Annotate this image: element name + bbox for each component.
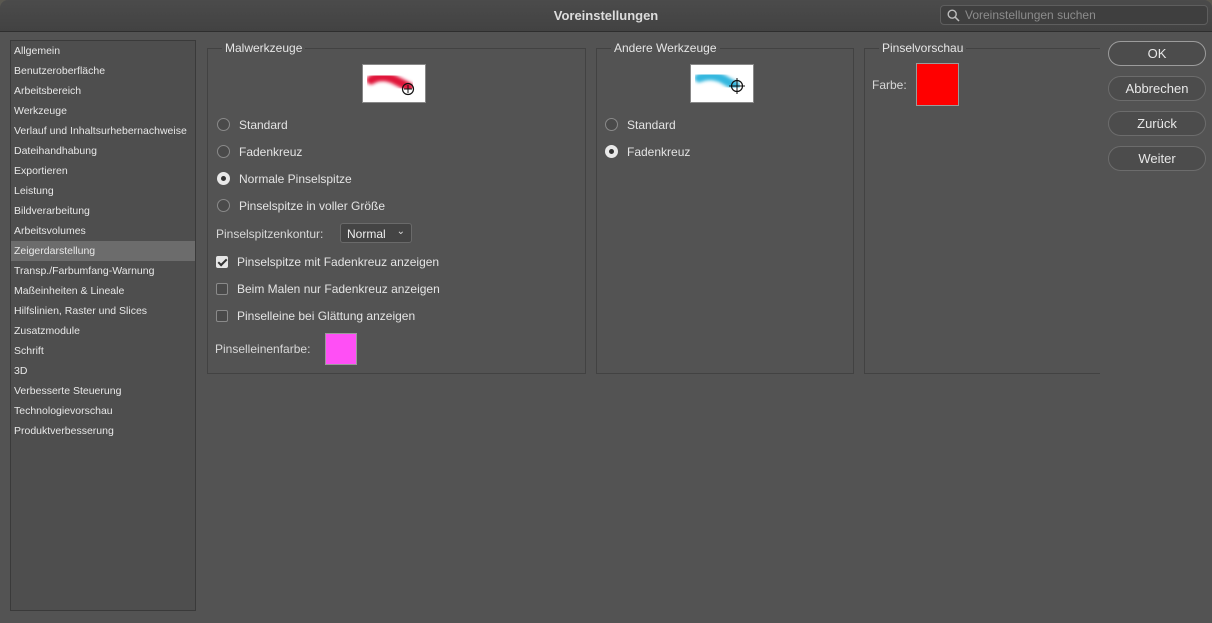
brush-preview-color-swatch[interactable] — [916, 63, 959, 106]
sidebar-item-exportieren[interactable]: Exportieren — [11, 161, 195, 181]
radio-button[interactable] — [605, 118, 618, 131]
brush-preview-group — [864, 48, 1100, 374]
search-icon — [947, 9, 960, 22]
preferences-dialog: Voreinstellungen Allgemein Benutzeroberf… — [0, 0, 1212, 623]
sidebar-item-werkzeuge[interactable]: Werkzeuge — [11, 101, 195, 121]
sidebar-item-3d[interactable]: 3D — [11, 361, 195, 381]
sidebar-item-transparenz[interactable]: Transp./Farbumfang-Warnung — [11, 261, 195, 281]
search-field[interactable] — [940, 5, 1208, 25]
painting-tools-title: Malwerkzeuge — [222, 41, 306, 55]
brush-preview-title: Pinselvorschau — [879, 41, 967, 55]
brush-stroke-icon — [366, 72, 415, 96]
sidebar-item-masseinheiten[interactable]: Maßeinheiten & Lineale — [11, 281, 195, 301]
brush-outline-select[interactable]: Normal ⌄ — [340, 223, 412, 243]
other-cursor-preview — [690, 64, 754, 103]
painting-cursor-preview — [362, 64, 426, 103]
sidebar-item-benutzeroberflaeche[interactable]: Benutzeroberfläche — [11, 61, 195, 81]
other-tools-title: Andere Werkzeuge — [611, 41, 720, 55]
checkbox-checked[interactable] — [216, 256, 228, 268]
chevron-down-icon: ⌄ — [396, 226, 405, 237]
sidebar-item-bildverarbeitung[interactable]: Bildverarbeitung — [11, 201, 195, 221]
sidebar-item-dateihandhabung[interactable]: Dateihandhabung — [11, 141, 195, 161]
leash-color-label: Pinselleinenfarbe: — [215, 342, 311, 356]
sidebar-item-leistung[interactable]: Leistung — [11, 181, 195, 201]
checkbox[interactable] — [216, 283, 228, 295]
sidebar-item-technologievorschau[interactable]: Technologievorschau — [11, 401, 195, 421]
checkbox[interactable] — [216, 310, 228, 322]
sidebar-item-hilfslinien[interactable]: Hilfslinien, Raster und Slices — [11, 301, 195, 321]
sidebar-item-arbeitsvolumes[interactable]: Arbeitsvolumes — [11, 221, 195, 241]
cancel-button[interactable]: Abbrechen — [1108, 76, 1206, 101]
sidebar-item-schrift[interactable]: Schrift — [11, 341, 195, 361]
radio-button[interactable] — [217, 145, 230, 158]
next-button[interactable]: Weiter — [1108, 146, 1206, 171]
brush-stroke-icon — [694, 71, 745, 94]
radio-button-selected[interactable] — [605, 145, 618, 158]
back-button[interactable]: Zurück — [1108, 111, 1206, 136]
ok-button[interactable]: OK — [1108, 41, 1206, 66]
sidebar-item-produktverbesserung[interactable]: Produktverbesserung — [11, 421, 195, 441]
sidebar-item-verbesserte-steuerung[interactable]: Verbesserte Steuerung — [11, 381, 195, 401]
radio-button-selected[interactable] — [217, 172, 230, 185]
sidebar-item-zusatzmodule[interactable]: Zusatzmodule — [11, 321, 195, 341]
brush-outline-label: Pinselspitzenkontur: — [216, 227, 324, 241]
search-input[interactable] — [965, 7, 1201, 23]
category-list: Allgemein Benutzeroberfläche Arbeitsbere… — [10, 40, 196, 611]
sidebar-item-verlauf[interactable]: Verlauf und Inhaltsurhebernachweise — [11, 121, 195, 141]
radio-button[interactable] — [217, 118, 230, 131]
radio-button[interactable] — [217, 199, 230, 212]
leash-color-swatch[interactable] — [325, 333, 357, 365]
title-bar: Voreinstellungen — [0, 0, 1212, 32]
sidebar-item-arbeitsbereich[interactable]: Arbeitsbereich — [11, 81, 195, 101]
sidebar-item-zeigerdarstellung[interactable]: Zeigerdarstellung — [11, 241, 195, 261]
brush-preview-color-label: Farbe: — [872, 78, 907, 92]
sidebar-item-allgemein[interactable]: Allgemein — [11, 41, 195, 61]
